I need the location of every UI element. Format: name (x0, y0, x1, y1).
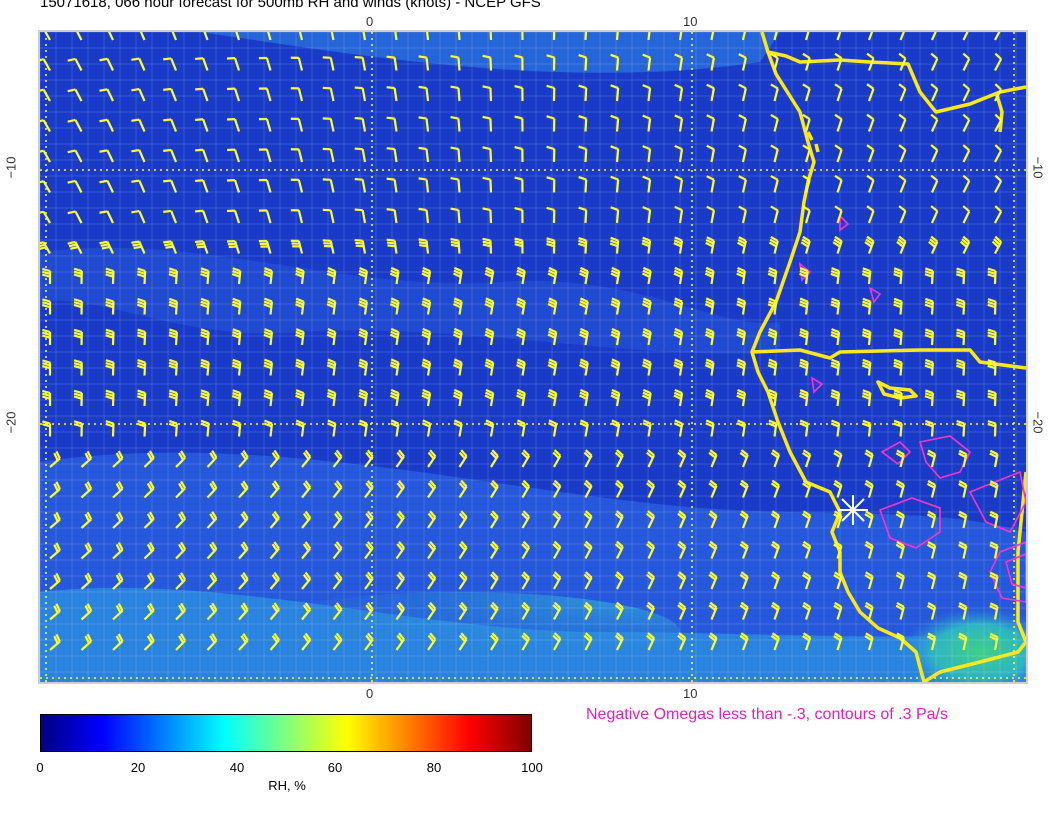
right-tick-minus-20: −20 (1030, 411, 1046, 434)
rh-wind-map (40, 32, 1026, 682)
map-title: 15071618, 066 hour forecast for 500mb RH… (40, 0, 541, 11)
right-tick-minus-10: −10 (1030, 156, 1046, 179)
bottom-tick-10: 10 (683, 686, 698, 701)
left-tick-minus-20: −20 (3, 411, 19, 434)
colorbar-label: RH, % (268, 778, 306, 793)
colorbar-tick: 0 (36, 760, 44, 775)
rh-colorbar (40, 714, 532, 752)
omega-note: Negative Omegas less than -.3, contours … (586, 706, 948, 723)
left-tick-minus-10: −10 (3, 156, 19, 179)
bottom-tick-0: 0 (366, 686, 374, 701)
colorbar-tick: 80 (426, 760, 442, 775)
asterisk-marker-icon (838, 495, 868, 525)
top-tick-0: 0 (366, 14, 374, 29)
colorbar-tick: 40 (229, 760, 245, 775)
colorbar-tick: 60 (327, 760, 343, 775)
colorbar-tick: 100 (521, 760, 543, 775)
colorbar-tick: 20 (130, 760, 146, 775)
top-tick-10: 10 (683, 14, 698, 29)
